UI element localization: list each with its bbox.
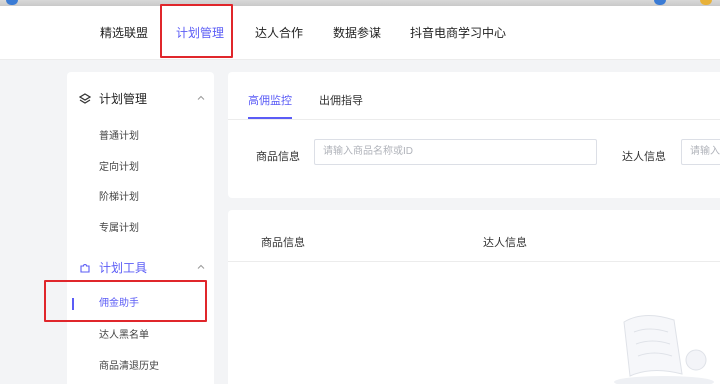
sidebar: 计划管理 普通计划 定向计划 阶梯计划 专属计划 计划工具 佣金助手 达人黑名单…: [67, 72, 214, 384]
top-navigation: 精选联盟 计划管理 达人合作 数据参谋 抖音电商学习中心: [0, 6, 720, 60]
product-info-label: 商品信息: [256, 151, 300, 163]
table-header-divider: [228, 261, 720, 262]
tab-commission-guidance[interactable]: 出佣指导: [319, 92, 363, 108]
tab-high-commission-monitor[interactable]: 高佣监控: [248, 92, 292, 108]
creator-info-label: 达人信息: [622, 151, 666, 163]
sidebar-item-creator-blacklist[interactable]: 达人黑名单: [99, 326, 149, 346]
sidebar-group-label: 计划工具: [99, 261, 148, 275]
empty-state-illustration: [614, 315, 714, 384]
tab-divider: [228, 119, 720, 120]
sidebar-item-tiered-plan[interactable]: 阶梯计划: [99, 188, 139, 208]
filter-card: 高佣监控 出佣指导 商品信息 请输入商品名称或ID 达人信息 请输入: [228, 72, 720, 198]
chevron-up-icon: [197, 264, 205, 269]
sidebar-group-plan-management[interactable]: 计划管理: [67, 85, 214, 113]
sidebar-group-label: 计划管理: [99, 92, 148, 106]
nav-item-selected-alliance[interactable]: 精选联盟: [100, 6, 148, 60]
sidebar-item-normal-plan[interactable]: 普通计划: [99, 127, 139, 147]
table-header-product-info: 商品信息: [261, 237, 305, 249]
chevron-up-icon: [197, 95, 205, 100]
product-search-input[interactable]: 请输入商品名称或ID: [314, 139, 597, 165]
sidebar-item-exclusive-plan[interactable]: 专属计划: [99, 219, 139, 239]
nav-item-creator-cooperation[interactable]: 达人合作: [255, 6, 303, 60]
active-item-indicator: [72, 298, 74, 310]
sidebar-item-commission-assistant[interactable]: 佣金助手: [99, 294, 139, 314]
table-header-creator-info: 达人信息: [483, 237, 527, 249]
nav-item-data-advisor[interactable]: 数据参谋: [333, 6, 381, 60]
results-table: 商品信息 达人信息: [228, 210, 720, 384]
sidebar-item-targeted-plan[interactable]: 定向计划: [99, 158, 139, 178]
nav-item-learning-center[interactable]: 抖音电商学习中心: [410, 6, 506, 60]
layers-icon: [79, 93, 91, 104]
browser-tab-indicator: [654, 0, 666, 5]
browser-tab-indicator: [700, 0, 712, 5]
nav-item-plan-management[interactable]: 计划管理: [176, 6, 224, 60]
sidebar-item-product-removal-history[interactable]: 商品清退历史: [99, 357, 159, 377]
puzzle-icon: [80, 264, 90, 273]
creator-search-input[interactable]: 请输入: [681, 139, 720, 165]
browser-tab-indicator: [6, 0, 18, 5]
sidebar-group-plan-tools[interactable]: 计划工具: [67, 254, 214, 282]
